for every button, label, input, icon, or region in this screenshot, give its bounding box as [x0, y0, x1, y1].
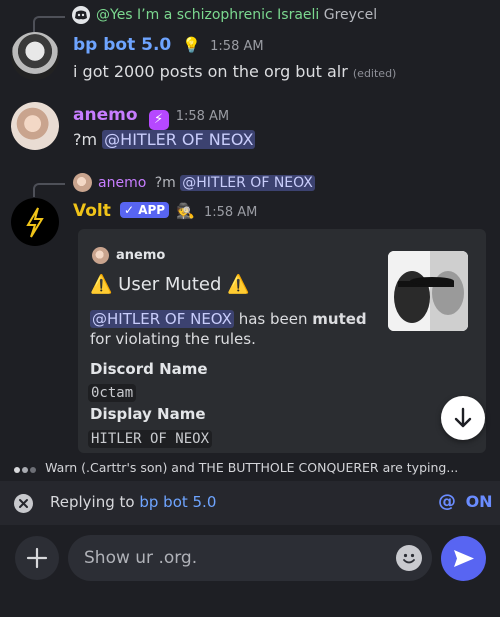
timestamp: 1:58 AM	[210, 39, 264, 54]
volt-avatar[interactable]	[11, 198, 59, 246]
embed-author[interactable]: anemo	[116, 248, 165, 263]
timestamp: 1:58 AM	[175, 109, 230, 124]
typing-text: Warn (.Carttr's son) and THE BUTTHOLE CO…	[45, 460, 459, 475]
reply-connector	[33, 16, 65, 32]
reply-avatar	[73, 173, 92, 192]
edited-label: (edited)	[352, 67, 397, 80]
user-mention[interactable]: @HITLER OF NEOX	[102, 130, 256, 149]
composer-area	[0, 525, 500, 617]
embed-thumbnail[interactable]	[388, 251, 468, 331]
add-attachment-button[interactable]	[15, 536, 59, 580]
reply-target: bp bot 5.0	[139, 493, 217, 511]
author-name[interactable]: anemo	[73, 105, 138, 125]
message-input-box[interactable]	[68, 535, 432, 581]
send-button[interactable]	[441, 536, 486, 581]
reply-preview[interactable]: anemo ?m @HITLER OF NEOX	[98, 175, 315, 191]
message-text: ?m @HITLER OF NEOX	[73, 130, 256, 149]
app-badge: ✓ APP	[119, 202, 170, 218]
message-header: anemo ⚡ 1:58 AM	[73, 105, 229, 130]
close-icon	[19, 499, 28, 508]
command-prefix: ?m	[73, 130, 98, 149]
message-input[interactable]	[82, 545, 386, 571]
avatar[interactable]	[11, 102, 59, 150]
reply-prefix: ?m	[154, 175, 176, 191]
warning-icon: ⚠️	[227, 274, 250, 295]
lightbulb-icon: 💡	[182, 36, 202, 54]
message-header: bp bot 5.0 💡 1:58 AM	[73, 35, 264, 55]
at-icon: @	[438, 491, 456, 512]
message-body: i got 2000 posts on the org but alr	[73, 62, 348, 81]
typing-indicator: Warn (.Carttr's son) and THE BUTTHOLE CO…	[14, 457, 458, 475]
detective-icon: 🕵️	[176, 202, 195, 220]
field-value: 0ctam	[88, 384, 137, 402]
arrow-down-icon	[454, 407, 472, 428]
mute-embed: anemo ⚠️ User Muted ⚠️ @HITLER OF NEOX h…	[78, 229, 486, 453]
booster-icon: ⚡	[148, 110, 169, 130]
replying-bar: Replying to bp bot 5.0 @ ON	[0, 481, 500, 525]
emoji-button[interactable]	[396, 545, 422, 571]
discord-icon	[72, 6, 90, 24]
smiley-icon	[403, 553, 415, 564]
warning-icon: ⚠️	[90, 274, 113, 295]
mention-toggle[interactable]: @ ON	[438, 491, 493, 512]
jump-to-bottom-button[interactable]	[441, 396, 485, 440]
reply-author[interactable]: anemo	[98, 175, 146, 191]
desc-text: for violating the rules.	[90, 330, 256, 348]
reply-text: Greycel	[323, 7, 378, 23]
lightning-icon	[26, 207, 44, 238]
replying-prefix: Replying to	[50, 493, 135, 511]
replying-label: Replying to bp bot 5.0	[50, 493, 216, 511]
user-mention[interactable]: @HITLER OF NEOX	[90, 310, 234, 328]
mention-toggle-label: ON	[465, 492, 493, 511]
desc-text: has been	[238, 310, 308, 328]
author-name[interactable]: Volt	[73, 201, 111, 221]
field-name: Display Name	[90, 405, 206, 423]
avatar[interactable]	[11, 32, 59, 80]
embed-description: @HITLER OF NEOX has been muted for viola…	[90, 309, 380, 349]
plus-icon	[26, 547, 48, 569]
message-header: Volt ✓ APP 🕵️ 1:58 AM	[73, 201, 257, 221]
message-text: i got 2000 posts on the org but alr (edi…	[73, 62, 396, 81]
field-value: HITLER OF NEOX	[88, 430, 213, 448]
desc-bold: muted	[312, 310, 367, 328]
embed-author-avatar	[92, 247, 109, 264]
thumbnail-image	[388, 251, 468, 331]
cancel-reply-button[interactable]	[14, 494, 33, 513]
embed-title-text: User Muted	[118, 274, 222, 295]
send-icon	[454, 550, 474, 567]
typing-dots-icon	[14, 458, 36, 477]
reply-connector	[33, 183, 65, 197]
field-name: Discord Name	[90, 360, 208, 378]
reply-preview[interactable]: @Yes I’m a schizophrenic Israeli Greycel	[96, 7, 377, 23]
reply-mention[interactable]: @HITLER OF NEOX	[180, 175, 315, 191]
embed-title: ⚠️ User Muted ⚠️	[90, 274, 250, 295]
timestamp: 1:58 AM	[203, 205, 258, 220]
author-name[interactable]: bp bot 5.0	[73, 35, 171, 55]
reply-mention[interactable]: @Yes I’m a schizophrenic Israeli	[96, 7, 319, 23]
